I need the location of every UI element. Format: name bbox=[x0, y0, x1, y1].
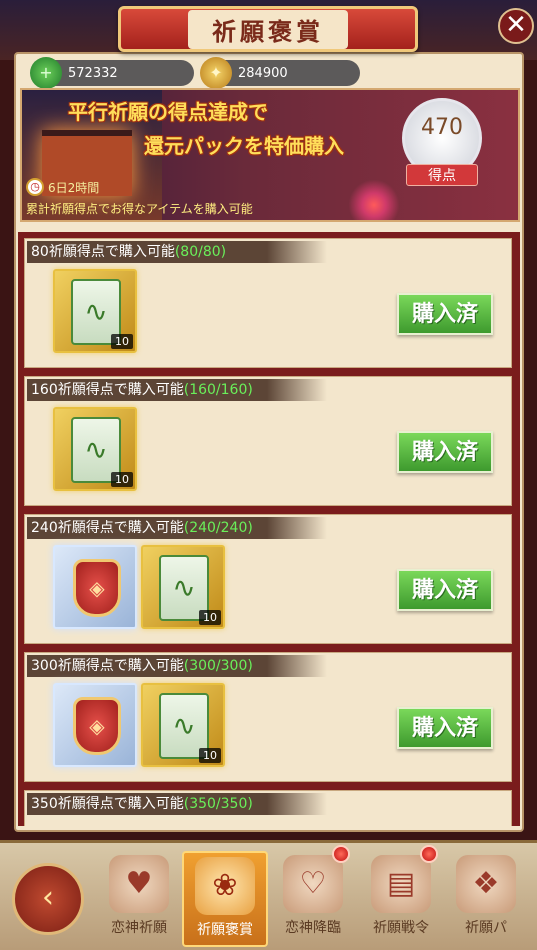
promo-description: 累計祈願得点でお得なアイテムを購入可能 bbox=[26, 202, 253, 216]
purchased-button[interactable]: 購入済 bbox=[397, 293, 493, 335]
tab-koigami-kigan[interactable]: ♥ 恋神祈願 bbox=[96, 851, 182, 947]
back-arrow-icon: ‹ bbox=[42, 880, 54, 915]
close-button[interactable]: ✕ bbox=[498, 8, 534, 44]
gold-wings-icon: ✦ bbox=[200, 57, 232, 89]
tab-label: 祈願パ bbox=[465, 920, 507, 936]
tier-row: 350祈願得点で購入可能(350/350) bbox=[24, 790, 512, 826]
promo-headline-1: 平行祈願の得点達成で bbox=[68, 100, 268, 124]
tier-progress: (160/160) bbox=[183, 382, 253, 398]
timer: ◷ 6日2時間 bbox=[26, 178, 99, 196]
tab-koigami-kourin[interactable]: ♡ 恋神降臨 bbox=[270, 845, 356, 947]
tier-label: 160祈願得点で購入可能 bbox=[31, 382, 184, 398]
tier-label: 350祈願得点で購入可能 bbox=[31, 796, 184, 812]
flower-emblem-icon: ❀ bbox=[195, 857, 255, 915]
purchased-button[interactable]: 購入済 bbox=[397, 569, 493, 611]
reward-item[interactable]: ∿ 10 bbox=[53, 407, 137, 491]
item-quantity: 10 bbox=[199, 610, 221, 625]
tab-label: 祈願褒賞 bbox=[197, 922, 253, 938]
tab-label: 恋神祈願 bbox=[111, 920, 167, 936]
promo-headline-2: 還元パックを特価購入 bbox=[144, 134, 344, 158]
tier-header: 240祈願得点で購入可能(240/240) bbox=[27, 517, 327, 539]
reward-item[interactable]: ∿ 10 bbox=[141, 683, 225, 767]
purchased-button[interactable]: 購入済 bbox=[397, 707, 493, 749]
score-value: 470 bbox=[421, 115, 463, 140]
notification-dot bbox=[332, 845, 350, 863]
currency-gems[interactable]: + 572332 bbox=[30, 57, 194, 89]
heart-ornament-icon: ♡ bbox=[283, 855, 343, 913]
reward-item[interactable]: ∿ 10 bbox=[53, 269, 137, 353]
tier-progress: (300/300) bbox=[183, 658, 253, 674]
tier-header: 350祈願得点で購入可能(350/350) bbox=[27, 793, 327, 815]
reward-list[interactable]: 80祈願得点で購入可能(80/80) ∿ 10 購入済 160祈願得点で購入可能(… bbox=[18, 232, 520, 826]
gift-icon: ❖ bbox=[456, 855, 516, 913]
tab-label: 恋神降臨 bbox=[285, 920, 341, 936]
tier-label: 300祈願得点で購入可能 bbox=[31, 658, 184, 674]
gem-count: 572332 bbox=[68, 65, 118, 81]
tab-label: 祈願戦令 bbox=[373, 920, 429, 936]
tab-kigan-pack[interactable]: ❖ 祈願パ bbox=[446, 851, 526, 947]
clock-icon: ◷ bbox=[26, 178, 44, 196]
tier-header: 300祈願得点で購入可能(300/300) bbox=[27, 655, 327, 677]
tier-row: 160祈願得点で購入可能(160/160) ∿ 10 購入済 bbox=[24, 376, 512, 506]
card-icon: ▤ bbox=[371, 855, 431, 913]
item-quantity: 10 bbox=[199, 748, 221, 763]
tab-kigan-hoshou[interactable]: ❀ 祈願褒賞 bbox=[182, 851, 268, 947]
page-title: 祈願褒賞 bbox=[188, 9, 348, 49]
tier-row: 300祈願得点で購入可能(300/300) ◈ ∿ 10 購入済 bbox=[24, 652, 512, 782]
reward-item[interactable]: ◈ bbox=[53, 545, 137, 629]
purchased-button[interactable]: 購入済 bbox=[397, 431, 493, 473]
tab-kigan-senrei[interactable]: ▤ 祈願戦令 bbox=[358, 845, 444, 947]
tier-label: 80祈願得点で購入可能 bbox=[31, 244, 175, 260]
tier-progress: (350/350) bbox=[183, 796, 253, 812]
reward-item[interactable]: ◈ bbox=[53, 683, 137, 767]
gold-count: 284900 bbox=[238, 65, 288, 81]
tier-label: 240祈願得点で購入可能 bbox=[31, 520, 184, 536]
tier-row: 240祈願得点で購入可能(240/240) ◈ ∿ 10 購入済 bbox=[24, 514, 512, 644]
tier-header: 160祈願得点で購入可能(160/160) bbox=[27, 379, 327, 401]
promo-banner: 平行祈願の得点達成で 還元パックを特価購入 470 得点 ◷ 6日2時間 累計祈… bbox=[20, 88, 520, 222]
tier-header: 80祈願得点で購入可能(80/80) bbox=[27, 241, 327, 263]
reward-panel: + 572332 ✦ 284900 平行祈願の得点達成で 還元パックを特価購入 … bbox=[14, 52, 524, 832]
tier-progress: (240/240) bbox=[183, 520, 253, 536]
close-icon: ✕ bbox=[505, 10, 527, 40]
item-quantity: 10 bbox=[111, 472, 133, 487]
timer-text: 6日2時間 bbox=[48, 180, 100, 195]
heart-rose-icon: ♥ bbox=[109, 855, 169, 913]
item-quantity: 10 bbox=[111, 334, 133, 349]
firework-decoration bbox=[344, 180, 404, 220]
tier-row: 80祈願得点で購入可能(80/80) ∿ 10 購入済 bbox=[24, 238, 512, 368]
badge-icon: ◈ bbox=[73, 697, 121, 755]
tier-progress: (80/80) bbox=[174, 244, 227, 260]
badge-icon: ◈ bbox=[73, 559, 121, 617]
bottom-nav: ‹ ♥ 恋神祈願 ❀ 祈願褒賞 ♡ 恋神降臨 ▤ 祈願戦令 ❖ 祈願パ bbox=[0, 840, 537, 950]
notification-dot bbox=[420, 845, 438, 863]
title-banner: 祈願褒賞 bbox=[118, 6, 418, 52]
score-label: 得点 bbox=[406, 164, 478, 186]
reward-item[interactable]: ∿ 10 bbox=[141, 545, 225, 629]
back-button[interactable]: ‹ bbox=[12, 863, 84, 935]
green-gem-icon: + bbox=[30, 57, 62, 89]
currency-gold[interactable]: ✦ 284900 bbox=[200, 57, 360, 89]
